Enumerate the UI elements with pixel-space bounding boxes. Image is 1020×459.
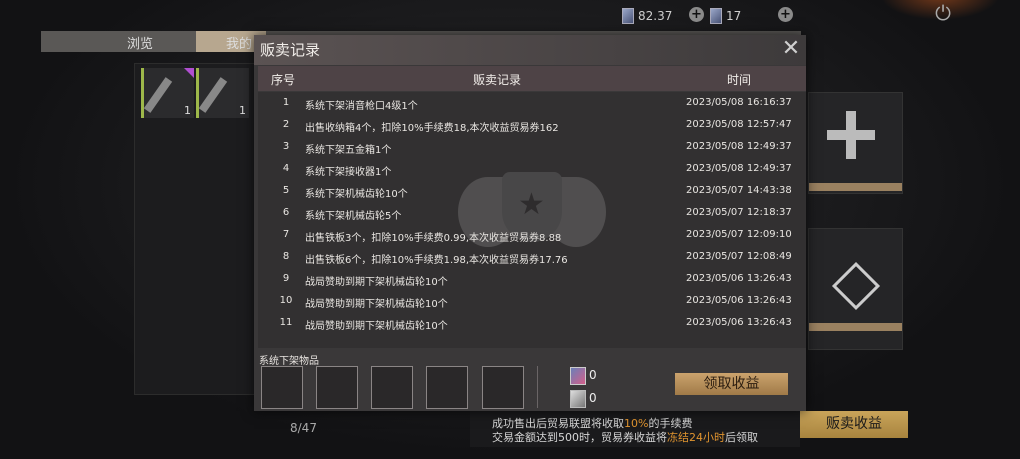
locked-slot-card[interactable] bbox=[808, 228, 903, 350]
records-table[interactable]: ★ 1 系统下架消音枪口4级1个 2023/05/08 16:16:37 2 出售收纳箱… bbox=[258, 92, 806, 348]
table-row: 7 出售铁板3个，扣除10%手续费0.99,本次收益贸易券8.88 2023/05/… bbox=[258, 224, 806, 246]
row-record: 战局赞助到期下架机械齿轮10个 bbox=[305, 321, 448, 332]
removed-item-slot[interactable] bbox=[371, 366, 413, 409]
resource-2: 17 bbox=[710, 8, 741, 24]
ticket-icon bbox=[622, 8, 634, 24]
column-index: 序号 bbox=[271, 73, 296, 87]
slot-count: 1 bbox=[239, 104, 246, 117]
row-index: 6 bbox=[282, 207, 290, 218]
card-ticket-value: 0 bbox=[589, 391, 597, 405]
row-record: 系统下架接收器1个 bbox=[305, 167, 392, 178]
tool-icon bbox=[143, 77, 173, 113]
row-index: 3 bbox=[282, 141, 290, 152]
row-index: 11 bbox=[279, 317, 293, 328]
tab-browse[interactable]: 浏览 bbox=[127, 33, 153, 52]
row-time: 2023/05/07 12:09:10 bbox=[686, 229, 792, 240]
removed-items-label: 系统下架物品 bbox=[259, 356, 319, 367]
tab-mine[interactable]: 我的 bbox=[226, 33, 252, 52]
table-row: 1 系统下架消音枪口4级1个 2023/05/08 16:16:37 bbox=[258, 92, 806, 114]
trade-ticket-value: 0 bbox=[589, 368, 597, 382]
row-record: 出售铁板3个，扣除10%手续费0.99,本次收益贸易券8.88 bbox=[305, 233, 562, 244]
inventory-panel: 1 1 bbox=[134, 63, 256, 395]
row-time: 2023/05/08 12:49:37 bbox=[686, 163, 792, 174]
card-bar bbox=[809, 183, 902, 191]
row-index: 8 bbox=[282, 251, 290, 262]
inventory-slot[interactable]: 1 bbox=[141, 68, 194, 118]
resource-1-value: 82.37 bbox=[638, 9, 673, 23]
row-index: 2 bbox=[282, 119, 290, 130]
row-record: 系统下架机械齿轮5个 bbox=[305, 211, 402, 222]
trade-ticket-icon bbox=[570, 367, 586, 385]
row-index: 9 bbox=[282, 273, 290, 284]
add-resource-2-button[interactable]: + bbox=[778, 7, 793, 22]
row-time: 2023/05/07 12:08:49 bbox=[686, 251, 792, 262]
close-icon[interactable]: ✕ bbox=[780, 38, 802, 60]
row-index: 1 bbox=[282, 97, 290, 108]
row-time: 2023/05/06 13:26:43 bbox=[686, 273, 792, 284]
row-record: 战局赞助到期下架机械齿轮10个 bbox=[305, 299, 448, 310]
column-time: 时间 bbox=[727, 73, 752, 87]
card-ticket-icon bbox=[570, 390, 586, 408]
table-row: 2 出售收纳箱4个，扣除10%手续费18,本次收益贸易券162 2023/05/08… bbox=[258, 114, 806, 136]
row-record: 系统下架五金箱1个 bbox=[305, 145, 392, 156]
sales-record-dialog: 贩卖记录 ✕ 序号 贩卖记录 时间 ★ 1 系统下架消音枪口4级1个 2023/05… bbox=[254, 35, 806, 411]
inventory-page-count: 8/47 bbox=[290, 421, 317, 435]
fee-info-tooltip: 成功售出后贸易联盟将收取10%的手续费 交易金额达到500时，贸易券收益将冻结2… bbox=[470, 411, 800, 447]
row-time: 2023/05/06 13:26:43 bbox=[686, 317, 792, 328]
add-listing-card[interactable] bbox=[808, 92, 903, 194]
tip-line-2: 交易金额达到500时，贸易券收益将冻结24小时后领取 bbox=[492, 431, 758, 444]
row-index: 5 bbox=[282, 185, 290, 196]
row-time: 2023/05/08 12:57:47 bbox=[686, 119, 792, 130]
lock-diamond-icon bbox=[831, 261, 881, 311]
row-time: 2023/05/07 12:18:37 bbox=[686, 207, 792, 218]
resource-2-value: 17 bbox=[726, 9, 742, 23]
dialog-title: 贩卖记录 bbox=[260, 41, 321, 59]
plus-icon bbox=[827, 111, 875, 159]
resource-1: 82.37 bbox=[622, 8, 672, 24]
power-icon[interactable]: ⏻ bbox=[932, 2, 954, 24]
row-time: 2023/05/08 12:49:37 bbox=[686, 141, 792, 152]
card-bar bbox=[809, 323, 902, 331]
row-record: 系统下架消音枪口4级1个 bbox=[305, 101, 418, 112]
row-time: 2023/05/07 14:43:38 bbox=[686, 185, 792, 196]
row-index: 4 bbox=[282, 163, 290, 174]
table-row: 4 系统下架接收器1个 2023/05/08 12:49:37 bbox=[258, 158, 806, 180]
removed-item-slot[interactable] bbox=[482, 366, 524, 409]
row-index: 10 bbox=[279, 295, 293, 306]
claim-income-button[interactable]: 领取收益 bbox=[675, 373, 788, 395]
table-header: 序号 贩卖记录 时间 bbox=[258, 66, 806, 91]
row-record: 出售收纳箱4个，扣除10%手续费18,本次收益贸易券162 bbox=[305, 123, 559, 134]
add-resource-1-button[interactable]: + bbox=[689, 7, 704, 22]
removed-item-slot[interactable] bbox=[316, 366, 358, 409]
column-record: 贩卖记录 bbox=[473, 73, 522, 87]
table-row: 8 出售铁板6个，扣除10%手续费1.98,本次收益贸易券17.76 2023/05… bbox=[258, 246, 806, 268]
table-row: 11 战局赞助到期下架机械齿轮10个 2023/05/06 13:26:43 bbox=[258, 312, 806, 334]
row-record: 战局赞助到期下架机械齿轮10个 bbox=[305, 277, 448, 288]
removed-item-slot[interactable] bbox=[261, 366, 303, 409]
dialog-footer: 系统下架物品 0 0 领取收益 bbox=[254, 350, 806, 411]
slot-count: 1 bbox=[184, 104, 191, 117]
divider bbox=[537, 366, 538, 408]
table-row: 6 系统下架机械齿轮5个 2023/05/07 12:18:37 bbox=[258, 202, 806, 224]
table-row: 9 战局赞助到期下架机械齿轮10个 2023/05/06 13:26:43 bbox=[258, 268, 806, 290]
card-icon bbox=[710, 8, 722, 24]
rarity-marker bbox=[184, 68, 194, 78]
row-index: 7 bbox=[282, 229, 290, 240]
dialog-header: 贩卖记录 ✕ bbox=[254, 35, 806, 65]
row-time: 2023/05/08 16:16:37 bbox=[686, 97, 792, 108]
row-time: 2023/05/06 13:26:43 bbox=[686, 295, 792, 306]
sell-income-button[interactable]: 贩卖收益 bbox=[800, 411, 908, 438]
table-row: 5 系统下架机械齿轮10个 2023/05/07 14:43:38 bbox=[258, 180, 806, 202]
table-row: 10 战局赞助到期下架机械齿轮10个 2023/05/06 13:26:43 bbox=[258, 290, 806, 312]
inventory-slot[interactable]: 1 bbox=[196, 68, 249, 118]
row-record: 系统下架机械齿轮10个 bbox=[305, 189, 408, 200]
row-record: 出售铁板6个，扣除10%手续费1.98,本次收益贸易券17.76 bbox=[305, 255, 568, 266]
table-row: 3 系统下架五金箱1个 2023/05/08 12:49:37 bbox=[258, 136, 806, 158]
hammer-icon bbox=[198, 77, 228, 113]
removed-item-slot[interactable] bbox=[426, 366, 468, 409]
